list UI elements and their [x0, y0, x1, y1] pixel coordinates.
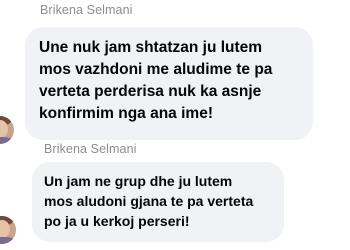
message-bubble[interactable]: Une nuk jam shtatzan ju lutem mos vazhdo… — [25, 27, 313, 140]
message-text-line: Une nuk jam shtatzan ju lutem — [39, 39, 263, 56]
avatar-shirt — [0, 137, 14, 144]
message-text-line: Un jam ne grup dhe ju lutem — [44, 173, 233, 189]
message-text-line: mos aludoni gjana te pa verteta — [44, 193, 254, 209]
message-bubble[interactable]: Un jam ne grup dhe ju lutem mos aludoni … — [32, 162, 284, 242]
message-sender-name[interactable]: Brikena Selmani — [40, 3, 133, 17]
message-text-line: mos vazhdoni me aludime te pa — [39, 61, 273, 78]
sender-avatar[interactable] — [0, 116, 14, 144]
sender-avatar[interactable] — [0, 216, 16, 244]
message-text-line: po ja u kerkoj perseri! — [44, 213, 190, 229]
message-text-line: konfirmim nga ana ime! — [39, 105, 213, 122]
message-sender-name[interactable]: Brikena Selmani — [44, 142, 137, 156]
message-text-line: verteta perderisa nuk ka asnje — [39, 83, 262, 100]
avatar-shirt — [0, 237, 16, 244]
